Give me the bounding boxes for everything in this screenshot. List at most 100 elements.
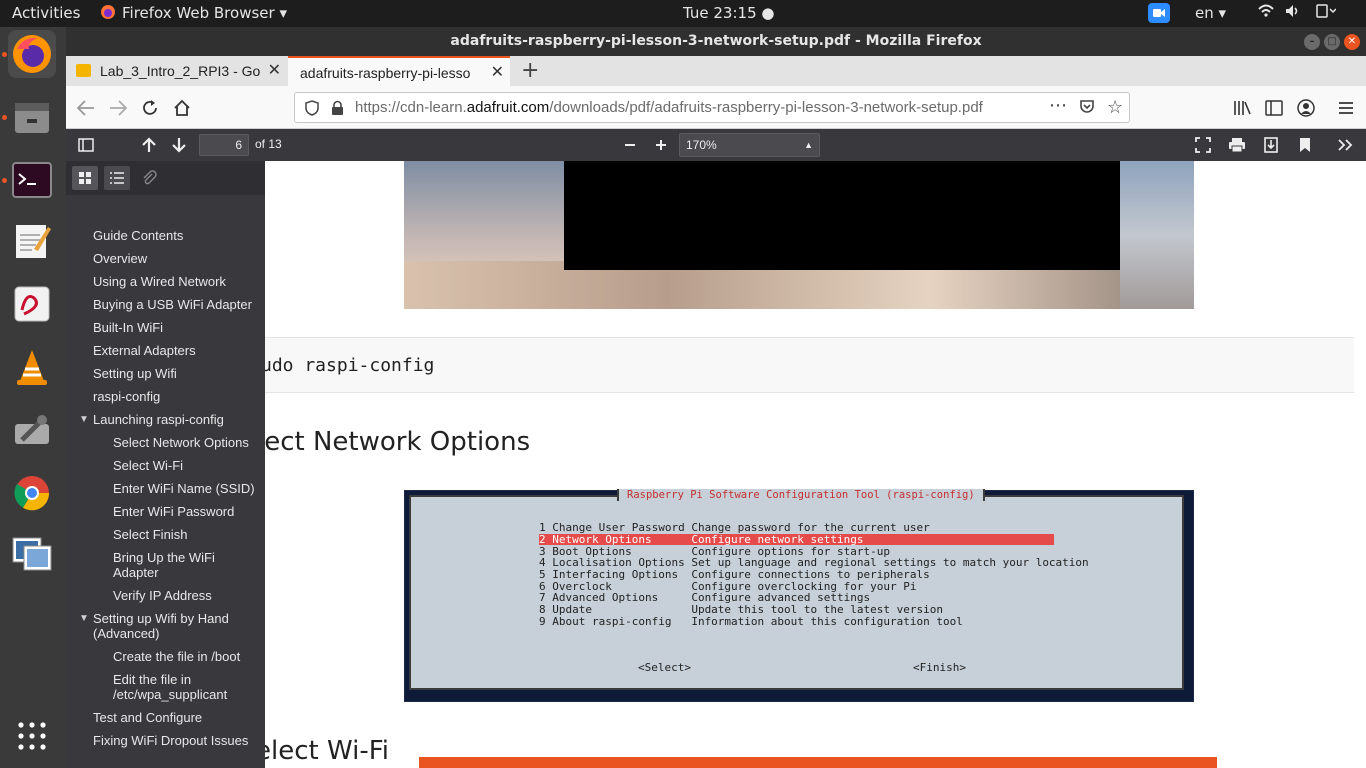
outline-subitem[interactable]: Select Wi-Fi <box>113 458 183 473</box>
account-icon[interactable] <box>1292 94 1320 122</box>
tools-button[interactable] <box>1334 134 1356 156</box>
hamburger-menu-icon[interactable] <box>1332 94 1360 122</box>
minimize-button[interactable]: – <box>1304 34 1320 50</box>
terminal-dock-icon[interactable] <box>8 156 56 204</box>
wifi-icon[interactable] <box>1258 4 1274 22</box>
new-tab-button[interactable]: + <box>521 58 539 83</box>
menu-row: 8 Update Update this tool to the latest … <box>539 603 943 616</box>
top-bar: Activities Firefox Web Browser ▾ Tue 23:… <box>0 0 1366 27</box>
zoom-select[interactable]: 170% ▲ <box>679 133 820 157</box>
maximize-button[interactable]: □ <box>1324 34 1340 50</box>
files-dock-icon[interactable] <box>8 93 56 141</box>
outline-item[interactable]: Overview <box>93 251 147 266</box>
outline-item[interactable]: Using a Wired Network <box>93 274 226 289</box>
reload-button[interactable] <box>136 94 164 122</box>
pocket-icon[interactable] <box>1079 99 1095 119</box>
outline-item-launching-raspi-config[interactable]: ▼ Launching raspi-config <box>79 412 224 427</box>
firefox-menu-icon[interactable] <box>100 4 116 24</box>
outline-subitem[interactable]: Bring Up the WiFi <box>113 550 215 565</box>
previous-page-button[interactable] <box>138 134 160 156</box>
url-domain: adafruit.com <box>466 99 550 116</box>
window-titlebar[interactable]: adafruits-raspberry-pi-lesson-3-network-… <box>66 27 1366 56</box>
menu-row: 4 Localisation Options Set up language a… <box>539 556 1089 569</box>
outline-subitem[interactable]: Select Finish <box>113 527 187 542</box>
zoom-out-button[interactable] <box>619 134 641 156</box>
outline-subitem[interactable]: /etc/wpa_supplicant <box>113 687 227 702</box>
page-actions-icon[interactable]: ⋯ <box>1049 95 1067 116</box>
pdf-toolbar: 6 of 13 170% ▲ <box>66 129 1366 161</box>
language-indicator[interactable]: en ▾ <box>1195 4 1226 22</box>
outline-item[interactable]: Built-In WiFi <box>93 320 163 335</box>
text-editor-dock-icon[interactable] <box>8 217 56 265</box>
download-button[interactable] <box>1260 134 1282 156</box>
section-heading: lect Network Options <box>265 427 531 457</box>
raspi-config-screenshot: Raspberry Pi Software Configuration Tool… <box>404 489 1194 702</box>
bookmark-star-icon[interactable]: ☆ <box>1107 97 1123 118</box>
sidebar-toggle-icon[interactable] <box>1260 94 1288 122</box>
image-viewer-dock-icon[interactable] <box>8 530 56 578</box>
outline-item[interactable]: raspi-config <box>93 389 160 404</box>
outline-subitem[interactable]: Enter WiFi Name (SSID) <box>113 481 255 496</box>
firefox-dock-icon[interactable] <box>8 30 56 78</box>
app-menu[interactable]: Firefox Web Browser ▾ <box>122 4 287 22</box>
forward-button[interactable] <box>104 94 132 122</box>
close-tab-icon[interactable]: ✕ <box>263 56 281 86</box>
close-window-button[interactable]: ✕ <box>1344 34 1360 50</box>
horizontal-scroll-indicator[interactable] <box>419 757 1217 768</box>
menu-row: 9 About raspi-config Information about t… <box>539 615 963 628</box>
activities-button[interactable]: Activities <box>12 4 80 22</box>
firefox-window: adafruits-raspberry-pi-lesson-3-network-… <box>66 27 1366 768</box>
outline-subitem[interactable]: Verify IP Address <box>113 588 212 603</box>
outline-subitem[interactable]: Edit the file in <box>113 672 191 687</box>
outline-item-wifi-by-hand[interactable]: ▼ Setting up Wifi by Hand <box>79 611 229 626</box>
show-applications-icon[interactable] <box>8 712 56 760</box>
url-bar[interactable]: https://cdn-learn.adafruit.com/downloads… <box>294 92 1130 123</box>
outline-subitem[interactable]: Select Network Options <box>113 435 249 450</box>
outline-subitem[interactable]: Enter WiFi Password <box>113 504 234 519</box>
tab-lab3[interactable]: Lab_3_Intro_2_RPI3 - Go ✕ <box>66 56 287 86</box>
document-viewer-dock-icon[interactable] <box>8 280 56 328</box>
volume-icon[interactable] <box>1285 4 1301 22</box>
language-label: en <box>1195 4 1214 22</box>
slides-favicon-icon <box>76 64 91 77</box>
print-button[interactable] <box>1226 134 1248 156</box>
outline-item[interactable]: (Advanced) <box>93 626 159 641</box>
zoom-in-button[interactable] <box>650 134 672 156</box>
running-indicator <box>2 178 7 183</box>
zoom-indicator-icon[interactable] <box>1148 3 1170 27</box>
outline-subitem[interactable]: Create the file in /boot <box>113 649 240 664</box>
app-menu-label: Firefox Web Browser <box>122 4 275 22</box>
pdf-viewer[interactable]: udo raspi-config lect Network Options Ra… <box>265 161 1366 768</box>
outline-item[interactable]: External Adapters <box>93 343 196 358</box>
expand-triangle-icon[interactable]: ▼ <box>79 412 89 427</box>
outline-item[interactable]: Buying a USB WiFi Adapter <box>93 297 252 312</box>
expand-triangle-icon[interactable]: ▼ <box>79 611 89 626</box>
clock-text: Tue 23:15 <box>683 4 757 22</box>
clock[interactable]: Tue 23:15 ● <box>683 4 774 22</box>
next-page-button[interactable] <box>168 134 190 156</box>
dock <box>0 27 66 768</box>
bookmark-view-button[interactable] <box>1294 134 1316 156</box>
url-prefix: https://cdn-learn. <box>355 99 467 116</box>
system-menu-icon[interactable] <box>1316 4 1337 22</box>
lock-icon[interactable] <box>331 100 344 120</box>
tracking-protection-icon[interactable] <box>305 100 319 120</box>
outline-item[interactable]: Fixing WiFi Dropout Issues <box>93 733 248 748</box>
library-icon[interactable] <box>1228 94 1256 122</box>
tab-adafruit-pdf[interactable]: adafruits-raspberry-pi-lesso ✕ <box>288 56 510 86</box>
settings-dock-icon[interactable] <box>8 406 56 454</box>
running-indicator <box>2 52 7 57</box>
close-tab-icon[interactable]: ✕ <box>486 58 504 86</box>
page-number-input[interactable]: 6 <box>199 134 249 156</box>
outline-item[interactable]: Test and Configure <box>93 710 202 725</box>
chrome-dock-icon[interactable] <box>8 469 56 517</box>
outline-subitem[interactable]: Adapter <box>113 565 159 580</box>
outline-item[interactable]: Setting up Wifi <box>93 366 177 381</box>
vlc-dock-icon[interactable] <box>8 343 56 391</box>
outline-item[interactable]: Guide Contents <box>93 228 183 243</box>
back-button[interactable] <box>72 94 100 122</box>
menu-row: 7 Advanced Options Configure advanced se… <box>539 591 871 604</box>
sidebar-toggle-button[interactable] <box>74 134 98 156</box>
home-button[interactable] <box>168 94 196 122</box>
presentation-mode-button[interactable] <box>1192 134 1214 156</box>
